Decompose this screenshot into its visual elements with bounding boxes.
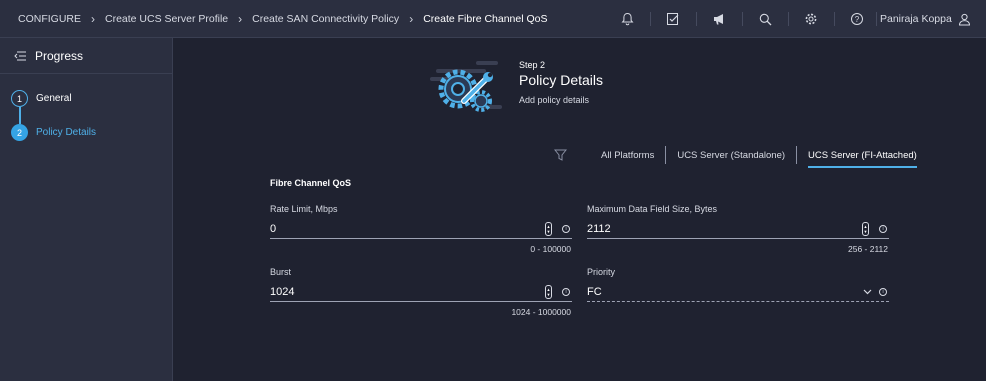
chevron-right-icon: › (409, 11, 414, 26)
priority-field: Priority FC i (587, 267, 889, 302)
svg-text:?: ? (855, 15, 860, 24)
gear-icon[interactable] (788, 0, 834, 38)
bell-icon[interactable] (604, 0, 650, 38)
burst-label: Burst (270, 267, 292, 277)
burst-input[interactable]: 1024 (270, 286, 545, 298)
tab-ucs-standalone[interactable]: UCS Server (Standalone) (665, 146, 796, 164)
chevron-right-icon: › (91, 11, 95, 26)
step-kicker: Step 2 (519, 60, 546, 70)
step-connector (19, 107, 21, 124)
max-data-field-size-input[interactable]: 2112 (587, 223, 862, 235)
info-icon[interactable]: i (562, 288, 570, 296)
list-collapse-icon[interactable] (14, 51, 26, 61)
user-name: Paniraja Koppa (880, 13, 952, 25)
top-bar: CONFIGURE › Create UCS Server Profile › … (0, 0, 986, 38)
step-number: 1 (11, 90, 28, 107)
breadcrumb-configure[interactable]: CONFIGURE (18, 13, 81, 25)
breadcrumb-san-connectivity[interactable]: Create SAN Connectivity Policy (252, 13, 399, 25)
platform-filter: All Platforms UCS Server (Standalone) UC… (554, 146, 928, 168)
tab-all-platforms[interactable]: All Platforms (590, 146, 665, 164)
chevron-down-icon[interactable] (863, 289, 872, 295)
rate-limit-field: Rate Limit, Mbps 0 ▲ ▼ i 0 - 100000 (270, 204, 572, 254)
breadcrumb-current: Create Fibre Channel QoS (423, 12, 548, 25)
user-menu[interactable]: Paniraja Koppa (880, 0, 971, 38)
step-number: 2 (11, 124, 28, 141)
user-icon (958, 13, 970, 25)
max-data-field-size-field: Maximum Data Field Size, Bytes 2112 ▲ ▼ i… (587, 204, 889, 254)
main-content: Step 2 Policy Details Add policy details… (174, 38, 986, 381)
chevron-right-icon: › (238, 11, 243, 26)
step-label: General (36, 93, 72, 104)
tab-ucs-fi-attached[interactable]: UCS Server (FI-Attached) (796, 146, 928, 168)
gear-wrench-icon (430, 61, 502, 112)
max-data-field-size-label: Maximum Data Field Size, Bytes (587, 204, 718, 214)
breadcrumb: CONFIGURE › Create UCS Server Profile › … (0, 12, 548, 26)
info-icon[interactable]: i (562, 225, 570, 233)
help-icon[interactable]: ? (834, 0, 880, 38)
rate-limit-hint: 0 - 100000 (530, 244, 571, 254)
step-label: Policy Details (36, 127, 97, 138)
info-icon[interactable]: i (879, 288, 887, 296)
priority-label: Priority (587, 267, 616, 277)
checklist-icon[interactable] (650, 0, 696, 38)
max-data-field-size-hint: 256 - 2112 (847, 244, 888, 254)
info-icon[interactable]: i (879, 225, 887, 233)
progress-header: Progress (0, 38, 172, 74)
rate-limit-input[interactable]: 0 (270, 223, 545, 235)
burst-hint: 1024 - 1000000 (511, 307, 571, 317)
page-title: Policy Details (519, 72, 604, 88)
burst-stepper[interactable]: ▲ ▼ (545, 285, 552, 299)
section-title: Fibre Channel QoS (270, 178, 352, 188)
progress-sidebar: Progress 1 General 2 Policy Details (0, 38, 173, 381)
rate-limit-stepper[interactable]: ▲ ▼ (545, 222, 552, 236)
breadcrumb-ucs-server-profile[interactable]: Create UCS Server Profile (105, 13, 228, 25)
search-icon[interactable] (742, 0, 788, 38)
progress-title: Progress (35, 48, 84, 63)
priority-value: FC (587, 286, 602, 298)
priority-select[interactable]: FC i (587, 283, 889, 302)
filter-icon[interactable] (554, 149, 574, 161)
step-general[interactable]: 1 General (11, 90, 72, 107)
step-policy-details[interactable]: 2 Policy Details (11, 124, 96, 141)
megaphone-icon[interactable] (696, 0, 742, 38)
burst-field: Burst 1024 ▲ ▼ i 1024 - 1000000 (270, 267, 572, 317)
page-subtitle: Add policy details (519, 95, 590, 105)
max-data-field-size-stepper[interactable]: ▲ ▼ (862, 222, 869, 236)
rate-limit-label: Rate Limit, Mbps (270, 204, 338, 214)
